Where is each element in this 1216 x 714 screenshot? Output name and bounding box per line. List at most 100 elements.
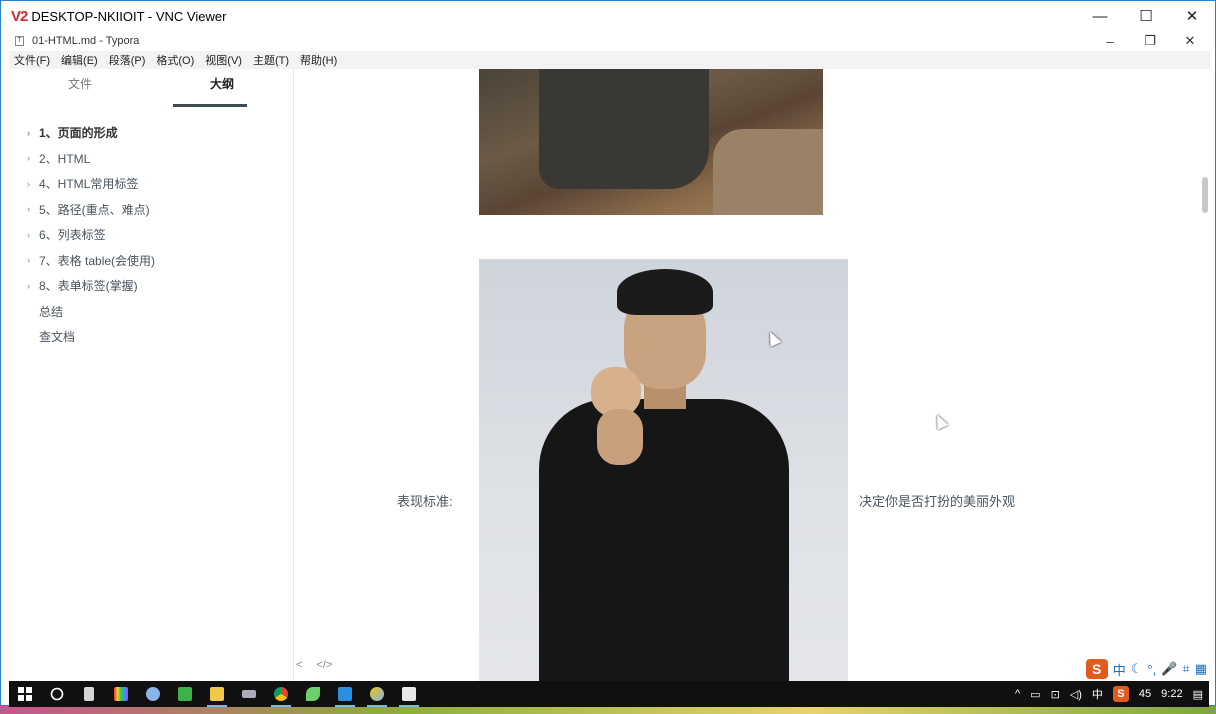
notification-badge[interactable]: 45 bbox=[1139, 688, 1151, 700]
search-circle-icon[interactable] bbox=[41, 681, 73, 707]
outline-item-label: 4、HTML常用标签 bbox=[39, 177, 139, 192]
sogou-tray-icon[interactable]: S bbox=[1112, 686, 1129, 702]
tab-outline[interactable]: 大纲 bbox=[151, 69, 293, 103]
active-tab-indicator bbox=[173, 104, 247, 107]
sogou-logo-icon[interactable]: S bbox=[1085, 659, 1108, 679]
chevron-right-icon[interactable]: › bbox=[27, 179, 39, 189]
ime-chinese-mode-icon[interactable]: 中 bbox=[1113, 660, 1126, 679]
clock[interactable]: 9:22 bbox=[1161, 688, 1182, 700]
vscode-icon[interactable] bbox=[329, 681, 361, 707]
vnc-maximize-button[interactable]: ☐ bbox=[1123, 1, 1169, 31]
windows-start-icon[interactable] bbox=[9, 681, 41, 707]
menu-file[interactable]: 文件(F) bbox=[14, 52, 50, 68]
system-tray: ^ ▭ ⊡ ◁) 中 S 45 9:22 ▤ bbox=[1015, 681, 1203, 707]
typora-close-button[interactable]: ✕ bbox=[1170, 31, 1210, 51]
ime-voice-icon[interactable]: 🎤 bbox=[1161, 661, 1177, 677]
typora-title-bar[interactable]: T 01-HTML.md - Typora bbox=[9, 31, 1210, 51]
color-palette-icon[interactable] bbox=[105, 681, 137, 707]
outline-item[interactable]: 查文档 bbox=[9, 324, 294, 350]
menu-paragraph[interactable]: 段落(P) bbox=[109, 52, 146, 68]
outline-item-label: 5、路径(重点、难点) bbox=[39, 202, 150, 217]
outline-item[interactable]: › 8、表单标签(掌握) bbox=[9, 273, 294, 299]
typora-glyph bbox=[402, 687, 416, 701]
network-icon[interactable]: ⊡ bbox=[1051, 688, 1060, 701]
vnc-minimize-button[interactable]: — bbox=[1077, 1, 1123, 31]
ime-toolbox-icon[interactable]: ⌗ bbox=[1182, 661, 1189, 677]
paint-icon[interactable] bbox=[137, 681, 169, 707]
input-language[interactable]: 中 bbox=[1092, 686, 1103, 702]
portrait-body bbox=[539, 399, 789, 681]
outline-item[interactable]: › 7、表格 table(会使用) bbox=[9, 248, 294, 274]
vnc-title-bar[interactable]: V2 DESKTOP-NKIIOIT - VNC Viewer bbox=[1, 1, 1215, 31]
weather-glyph bbox=[370, 687, 384, 701]
sidebar: 文件 大纲 › 1、页面的形成 › 2、HTML › 4、HTML常用标签 › 5、路径… bbox=[9, 69, 294, 681]
vnc-close-button[interactable]: ✕ bbox=[1169, 1, 1215, 31]
leaf-icon[interactable] bbox=[297, 681, 329, 707]
palette-glyph bbox=[114, 687, 128, 701]
outline-item-label: 总结 bbox=[39, 304, 64, 319]
source-code-mode-icon[interactable]: </> bbox=[316, 659, 332, 671]
typora-window-title: 01-HTML.md - Typora bbox=[32, 35, 140, 47]
desktop-background-bottom bbox=[0, 706, 1216, 714]
typora-file-icon: T bbox=[15, 36, 24, 46]
menu-format[interactable]: 格式(O) bbox=[156, 52, 194, 68]
editor-scrollbar[interactable] bbox=[1200, 69, 1210, 681]
outline-item[interactable]: 总结 bbox=[9, 299, 294, 325]
ime-grid-icon[interactable]: ▦ bbox=[1195, 661, 1207, 677]
menu-edit[interactable]: 编辑(E) bbox=[61, 52, 98, 68]
outline-item[interactable]: › 5、路径(重点、难点) bbox=[9, 197, 294, 223]
weather-icon[interactable] bbox=[361, 681, 393, 707]
outline-item-label: 1、页面的形成 bbox=[39, 126, 118, 141]
ime-punctuation-icon[interactable]: °, bbox=[1147, 662, 1156, 677]
battery-icon[interactable]: ▭ bbox=[1030, 688, 1040, 701]
image-figure-coat bbox=[539, 69, 709, 189]
typora-menu-bar: 文件(F) 编辑(E) 段落(P) 格式(O) 视图(V) 主题(T) 帮助(H… bbox=[9, 51, 1210, 69]
media-icon[interactable] bbox=[233, 681, 265, 707]
tab-files[interactable]: 文件 bbox=[9, 69, 151, 103]
calculator-icon[interactable] bbox=[73, 681, 105, 707]
tray-overflow-chevron-icon[interactable]: ^ bbox=[1015, 688, 1020, 700]
action-center-icon[interactable]: ▤ bbox=[1193, 688, 1203, 701]
menu-theme[interactable]: 主题(T) bbox=[253, 52, 289, 68]
typora-icon[interactable] bbox=[393, 681, 425, 707]
typora-restore-button[interactable]: ❐ bbox=[1130, 31, 1170, 51]
typora-minimize-button[interactable]: – bbox=[1090, 31, 1130, 51]
mouse-cursor-icon bbox=[931, 412, 949, 430]
caption-right: 决定你是否打扮的美丽外观 bbox=[859, 494, 1016, 509]
hbuilder-glyph bbox=[178, 687, 192, 701]
chevron-right-icon[interactable]: › bbox=[27, 255, 39, 265]
chevron-right-icon[interactable]: › bbox=[27, 204, 39, 214]
outline-item-label: 7、表格 table(会使用) bbox=[39, 253, 156, 268]
volume-icon[interactable]: ◁) bbox=[1070, 688, 1082, 701]
menu-help[interactable]: 帮助(H) bbox=[300, 52, 337, 68]
file-explorer-icon[interactable] bbox=[201, 681, 233, 707]
chevron-right-icon[interactable]: › bbox=[27, 230, 39, 240]
ime-halfwidth-icon[interactable]: ☾ bbox=[1131, 661, 1143, 677]
editor-content[interactable]: 表现标准: 决定你是否打扮的美丽外观 bbox=[295, 69, 1200, 681]
menu-view[interactable]: 视图(V) bbox=[205, 52, 242, 68]
document-image-top bbox=[479, 69, 823, 215]
vnc-window-title: DESKTOP-NKIIOIT - VNC Viewer bbox=[31, 8, 227, 24]
sidebar-tabs: 文件 大纲 bbox=[9, 69, 293, 103]
outline-item[interactable]: › 4、HTML常用标签 bbox=[9, 171, 294, 197]
portrait-hair bbox=[617, 269, 713, 315]
collapse-sidebar-icon[interactable]: < bbox=[296, 659, 302, 671]
typora-window-controls: – ❐ ✕ bbox=[1090, 31, 1210, 51]
folder-glyph bbox=[210, 687, 224, 701]
media-glyph bbox=[242, 690, 256, 698]
outline-item[interactable]: › 1、页面的形成 bbox=[9, 120, 294, 146]
outline-item-label: 查文档 bbox=[39, 330, 76, 345]
chevron-right-icon[interactable]: › bbox=[27, 128, 39, 138]
image-figure-rock bbox=[713, 129, 823, 215]
outline-list: › 1、页面的形成 › 2、HTML › 4、HTML常用标签 › 5、路径(重点、难点… bbox=[9, 120, 294, 350]
document-image-portrait bbox=[479, 259, 848, 681]
chevron-right-icon[interactable]: › bbox=[27, 281, 39, 291]
scrollbar-thumb[interactable] bbox=[1202, 177, 1208, 213]
hbuilder-icon[interactable] bbox=[169, 681, 201, 707]
chrome-icon[interactable] bbox=[265, 681, 297, 707]
outline-item[interactable]: › 6、列表标签 bbox=[9, 222, 294, 248]
outline-item[interactable]: › 2、HTML bbox=[9, 146, 294, 172]
caption-left: 表现标准: bbox=[397, 494, 453, 509]
vnc-viewer-window: V2 DESKTOP-NKIIOIT - VNC Viewer — ☐ ✕ T … bbox=[0, 0, 1216, 707]
chevron-right-icon[interactable]: › bbox=[27, 153, 39, 163]
